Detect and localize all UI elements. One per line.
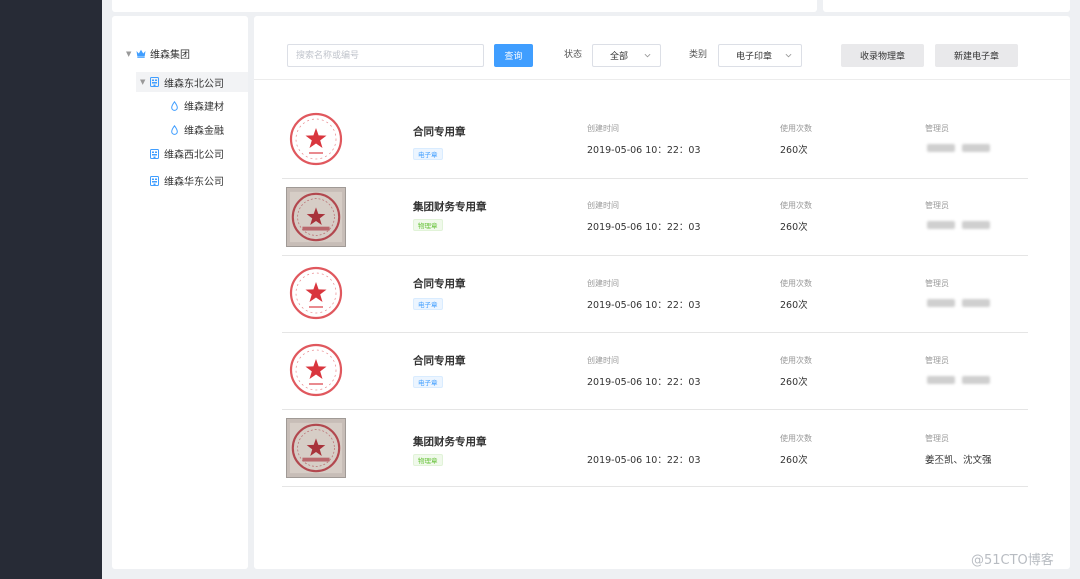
electronic-seal-image (286, 109, 346, 169)
usage-count-value: 260次 (780, 455, 808, 466)
usage-count-value: 260次 (780, 300, 808, 311)
status-select[interactable]: 全部 (592, 44, 661, 67)
usage-count-label: 使用次数 (780, 279, 812, 288)
physical-seal-photo (286, 187, 346, 247)
category-select-value: 电子印章 (736, 52, 773, 62)
redacted-admin-name (927, 376, 955, 384)
app-sidebar (0, 0, 102, 579)
caret-down-icon[interactable]: ▼ (140, 78, 150, 86)
seal-type-tag: 物理章 (413, 219, 443, 231)
seal-type-tag: 电子章 (413, 376, 443, 388)
seal-type-tag: 电子章 (413, 298, 443, 310)
seal-row[interactable]: 合同专用章 电子章 创建时间 2019-05-06 10：22：03 使用次数 … (282, 256, 1028, 333)
category-label: 类别 (689, 50, 708, 60)
seal-row[interactable]: 集团财务专用章 物理章 2019-05-06 10：22：03 使用次数 260… (282, 410, 1028, 487)
filter-toolbar: 查询 状态 全部 类别 电子印章 收录物理章 新建电子章 (254, 16, 1070, 80)
created-time-label: 创建时间 (587, 124, 619, 133)
category-select[interactable]: 电子印章 (718, 44, 802, 67)
seal-row[interactable]: 集团财务专用章 物理章 创建时间 2019-05-06 10：22：03 使用次… (282, 179, 1028, 256)
building-icon (150, 176, 159, 186)
redacted-admin-name (962, 376, 990, 384)
seal-name: 集团财务专用章 (413, 436, 487, 448)
redacted-admin-name (962, 299, 990, 307)
created-time-value: 2019-05-06 10：22：03 (587, 377, 701, 388)
new-electronic-seal-button[interactable]: 新建电子章 (935, 44, 1018, 67)
admin-names: 姜丕凯、沈文强 (925, 455, 992, 466)
tree-label-company-e: 维森华东公司 (164, 177, 224, 188)
seal-name: 集团财务专用章 (413, 201, 487, 213)
caret-down-icon[interactable]: ▼ (126, 50, 136, 58)
seal-list-panel: 查询 状态 全部 类别 电子印章 收录物理章 新建电子章 合同专用章 电子章 创… (254, 16, 1070, 569)
redacted-admin-name (962, 144, 990, 152)
usage-count-value: 260次 (780, 222, 808, 233)
created-time-value: 2019-05-06 10：22：03 (587, 300, 701, 311)
redacted-admin-name (962, 221, 990, 229)
watermark: @51CTO博客 (971, 553, 1054, 568)
redacted-admin-name (927, 299, 955, 307)
created-time-label: 创建时间 (587, 279, 619, 288)
crown-icon (136, 49, 146, 58)
tree-label-company-nw: 维森西北公司 (164, 150, 224, 161)
top-card-right (823, 0, 1070, 12)
tree-node-company-e[interactable]: 维森华东公司 (150, 173, 224, 188)
electronic-seal-image (286, 263, 346, 323)
tree-node-sub2[interactable]: 维森金融 (171, 122, 224, 137)
created-time-label: 创建时间 (587, 356, 619, 365)
receive-physical-seal-button[interactable]: 收录物理章 (841, 44, 924, 67)
top-card (112, 0, 817, 12)
chevron-down-icon (785, 52, 792, 59)
admin-label: 管理员 (925, 201, 949, 210)
physical-seal-photo (286, 418, 346, 478)
electronic-seal-image (286, 340, 346, 400)
usage-count-value: 260次 (780, 377, 808, 388)
tree-label-sub1: 维森建材 (184, 102, 224, 113)
tree-label-root: 维森集团 (150, 50, 190, 61)
org-tree-panel: ▼ 维森集团 ▼ 维森东北公司 维森建材 维森金融 维森西北公司 维森华东公司 (112, 16, 248, 569)
redacted-admin-name (927, 221, 955, 229)
tree-node-root[interactable]: ▼ 维森集团 (126, 46, 190, 62)
building-icon (150, 149, 159, 159)
usage-count-label: 使用次数 (780, 124, 812, 133)
building-icon (150, 77, 159, 87)
admin-label: 管理员 (925, 124, 949, 133)
drop-icon (171, 125, 178, 135)
seal-type-tag: 物理章 (413, 454, 443, 466)
admin-label: 管理员 (925, 279, 949, 288)
redacted-admin-name (927, 144, 955, 152)
tree-node-company-nw[interactable]: 维森西北公司 (150, 146, 224, 161)
query-button[interactable]: 查询 (494, 44, 533, 67)
seal-row[interactable]: 合同专用章 电子章 创建时间 2019-05-06 10：22：03 使用次数 … (282, 333, 1028, 410)
tree-label-company-ne: 维森东北公司 (164, 78, 224, 90)
search-input[interactable] (287, 44, 484, 67)
created-time-value: 2019-05-06 10：22：03 (587, 222, 701, 233)
created-time-value: 2019-05-06 10：22：03 (587, 145, 701, 156)
admin-label: 管理员 (925, 434, 949, 443)
usage-count-label: 使用次数 (780, 434, 812, 443)
chevron-down-icon (644, 52, 651, 59)
usage-count-label: 使用次数 (780, 201, 812, 210)
usage-count-label: 使用次数 (780, 356, 812, 365)
admin-label: 管理员 (925, 356, 949, 365)
status-label: 状态 (564, 50, 583, 60)
status-select-value: 全部 (610, 52, 629, 62)
seal-type-tag: 电子章 (413, 148, 443, 160)
tree-node-company-ne[interactable]: ▼ 维森东北公司 (136, 72, 248, 92)
usage-count-value: 260次 (780, 145, 808, 156)
seal-name: 合同专用章 (413, 355, 466, 367)
seal-name: 合同专用章 (413, 278, 466, 290)
tree-node-sub1[interactable]: 维森建材 (171, 98, 224, 113)
tree-label-sub2: 维森金融 (184, 126, 224, 137)
drop-icon (171, 101, 178, 111)
created-time-value: 2019-05-06 10：22：03 (587, 455, 701, 466)
seal-name: 合同专用章 (413, 126, 466, 138)
created-time-label: 创建时间 (587, 201, 619, 210)
seal-row[interactable]: 合同专用章 电子章 创建时间 2019-05-06 10：22：03 使用次数 … (282, 102, 1028, 179)
